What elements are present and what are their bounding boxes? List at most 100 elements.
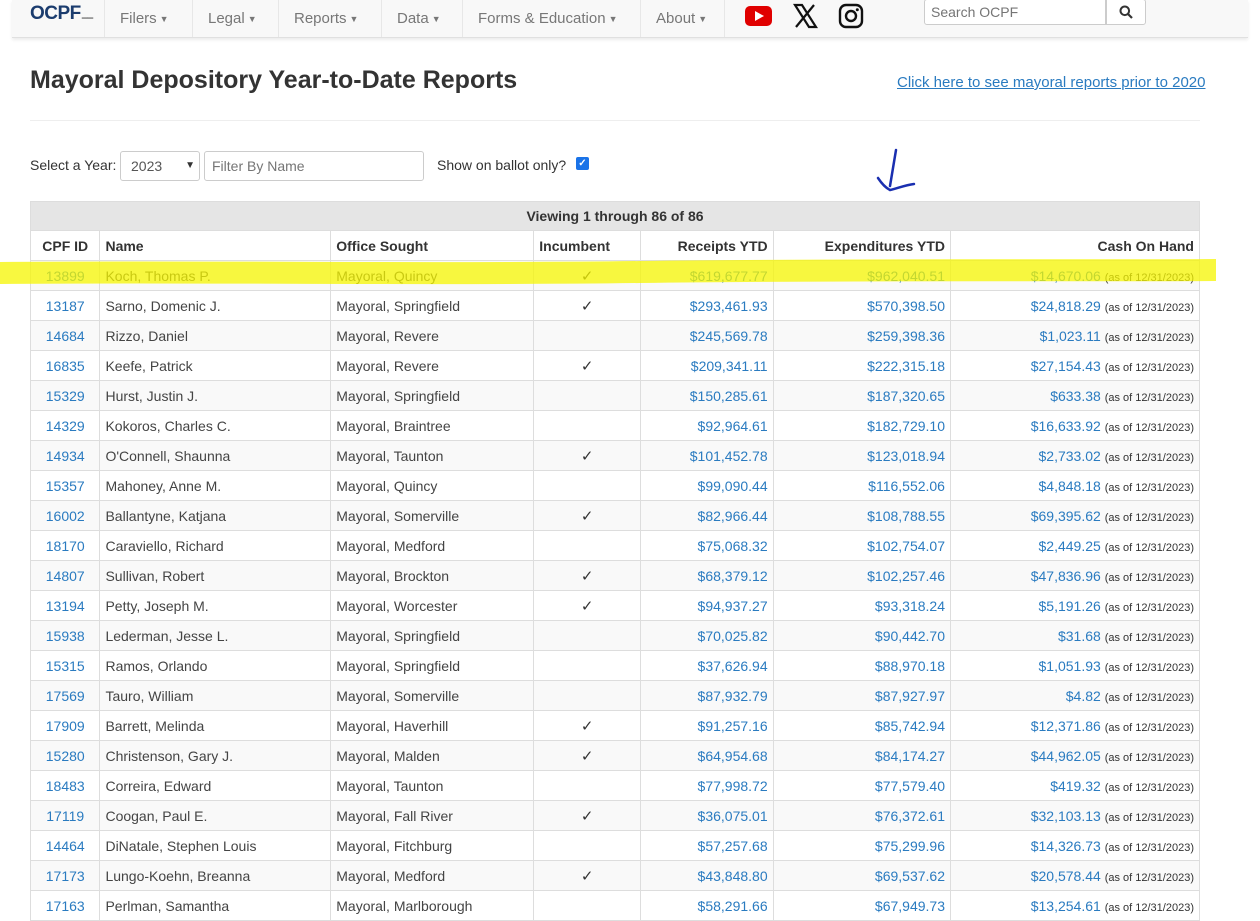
receipts-link[interactable]: $245,569.78 xyxy=(640,320,774,351)
col-header-incumbent[interactable]: Incumbent xyxy=(533,230,642,261)
col-header-office[interactable]: Office Sought xyxy=(330,230,535,261)
receipts-link[interactable]: $64,954.68 xyxy=(640,740,774,771)
cash-value[interactable]: $4.82 xyxy=(1066,688,1101,704)
receipts-link[interactable]: $58,291.66 xyxy=(640,890,774,921)
receipts-link[interactable]: $87,932.79 xyxy=(640,680,774,711)
expenditures-link[interactable]: $75,299.96 xyxy=(772,830,951,861)
search-input[interactable] xyxy=(924,0,1106,25)
cash-on-hand[interactable]: $5,191.26 (as of 12/31/2023) xyxy=(949,590,1201,621)
cash-on-hand[interactable]: $47,836.96 (as of 12/31/2023) xyxy=(949,560,1201,591)
expenditures-link[interactable]: $222,315.18 xyxy=(772,350,951,381)
ocpf-logo[interactable]: OCPF▬▬ xyxy=(30,3,93,25)
cash-value[interactable]: $69,395.62 xyxy=(1031,508,1101,524)
ballot-only-checkbox[interactable]: ✓ xyxy=(576,157,589,170)
receipts-link[interactable]: $91,257.16 xyxy=(640,710,774,741)
prior-reports-link[interactable]: Click here to see mayoral reports prior … xyxy=(897,74,1205,91)
cpf-id-link[interactable]: 18483 xyxy=(29,770,101,801)
cash-value[interactable]: $5,191.26 xyxy=(1039,598,1101,614)
receipts-link[interactable]: $70,025.82 xyxy=(640,620,774,651)
cpf-id-link[interactable]: 17909 xyxy=(29,710,101,741)
cpf-id-link[interactable]: 17173 xyxy=(29,860,101,891)
cpf-id-link[interactable]: 15329 xyxy=(29,380,101,411)
cash-on-hand[interactable]: $4.82 (as of 12/31/2023) xyxy=(949,680,1201,711)
cpf-id-link[interactable]: 13187 xyxy=(29,290,101,321)
cash-value[interactable]: $14,670.06 xyxy=(1031,268,1101,284)
receipts-link[interactable]: $94,937.27 xyxy=(640,590,774,621)
receipts-link[interactable]: $75,068.32 xyxy=(640,530,774,561)
cash-on-hand[interactable]: $27,154.43 (as of 12/31/2023) xyxy=(949,350,1201,381)
expenditures-link[interactable]: $962,040.51 xyxy=(772,260,951,291)
cpf-id-link[interactable]: 16002 xyxy=(29,500,101,531)
cash-value[interactable]: $2,733.02 xyxy=(1039,448,1101,464)
expenditures-link[interactable]: $84,174.27 xyxy=(772,740,951,771)
col-header-cash[interactable]: Cash On Hand xyxy=(949,230,1201,261)
expenditures-link[interactable]: $187,320.65 xyxy=(772,380,951,411)
receipts-link[interactable]: $77,998.72 xyxy=(640,770,774,801)
nav-forms-education[interactable]: Forms & Education ▼ xyxy=(462,0,617,37)
cash-value[interactable]: $14,326.73 xyxy=(1031,838,1101,854)
cpf-id-link[interactable]: 15938 xyxy=(29,620,101,651)
cash-value[interactable]: $13,254.61 xyxy=(1031,898,1101,914)
cash-on-hand[interactable]: $1,023.11 (as of 12/31/2023) xyxy=(949,320,1201,351)
receipts-link[interactable]: $92,964.61 xyxy=(640,410,774,441)
cash-value[interactable]: $47,836.96 xyxy=(1031,568,1101,584)
receipts-link[interactable]: $99,090.44 xyxy=(640,470,774,501)
cash-on-hand[interactable]: $2,449.25 (as of 12/31/2023) xyxy=(949,530,1201,561)
expenditures-link[interactable]: $182,729.10 xyxy=(772,410,951,441)
expenditures-link[interactable]: $93,318.24 xyxy=(772,590,951,621)
expenditures-link[interactable]: $67,949.73 xyxy=(772,890,951,921)
cpf-id-link[interactable]: 18170 xyxy=(29,530,101,561)
cash-value[interactable]: $24,818.29 xyxy=(1031,298,1101,314)
cash-value[interactable]: $419.32 xyxy=(1050,778,1101,794)
cpf-id-link[interactable]: 17119 xyxy=(29,800,101,831)
cpf-id-link[interactable]: 17569 xyxy=(29,680,101,711)
x-twitter-icon[interactable] xyxy=(791,2,819,30)
cpf-id-link[interactable]: 14934 xyxy=(29,440,101,471)
col-header-cpf-id[interactable]: CPF ID xyxy=(29,230,101,261)
col-header-receipts[interactable]: Receipts YTD xyxy=(640,230,774,261)
cash-value[interactable]: $4,848.18 xyxy=(1039,478,1101,494)
expenditures-link[interactable]: $108,788.55 xyxy=(772,500,951,531)
expenditures-link[interactable]: $90,442.70 xyxy=(772,620,951,651)
cash-on-hand[interactable]: $20,578.44 (as of 12/31/2023) xyxy=(949,860,1201,891)
cpf-id-link[interactable]: 15315 xyxy=(29,650,101,681)
cpf-id-link[interactable]: 15280 xyxy=(29,740,101,771)
cash-value[interactable]: $20,578.44 xyxy=(1031,868,1101,884)
cpf-id-link[interactable]: 16835 xyxy=(29,350,101,381)
receipts-link[interactable]: $43,848.80 xyxy=(640,860,774,891)
cpf-id-link[interactable]: 14684 xyxy=(29,320,101,351)
expenditures-link[interactable]: $87,927.97 xyxy=(772,680,951,711)
cpf-id-link[interactable]: 17163 xyxy=(29,890,101,921)
expenditures-link[interactable]: $76,372.61 xyxy=(772,800,951,831)
cash-on-hand[interactable]: $32,103.13 (as of 12/31/2023) xyxy=(949,800,1201,831)
nav-filers[interactable]: Filers ▼ xyxy=(104,0,169,37)
expenditures-link[interactable]: $85,742.94 xyxy=(772,710,951,741)
expenditures-link[interactable]: $102,754.07 xyxy=(772,530,951,561)
receipts-link[interactable]: $37,626.94 xyxy=(640,650,774,681)
cash-value[interactable]: $2,449.25 xyxy=(1039,538,1101,554)
cpf-id-link[interactable]: 13194 xyxy=(29,590,101,621)
cpf-id-link[interactable]: 14807 xyxy=(29,560,101,591)
cash-value[interactable]: $1,051.93 xyxy=(1039,658,1101,674)
year-select[interactable]: 2023 ▼ xyxy=(120,151,200,181)
cash-value[interactable]: $1,023.11 xyxy=(1040,328,1101,344)
cash-value[interactable]: $16,633.92 xyxy=(1031,418,1101,434)
cash-value[interactable]: $27,154.43 xyxy=(1031,358,1101,374)
receipts-link[interactable]: $293,461.93 xyxy=(640,290,774,321)
instagram-icon[interactable] xyxy=(837,2,865,30)
youtube-icon[interactable] xyxy=(744,2,772,30)
expenditures-link[interactable]: $116,552.06 xyxy=(772,470,951,501)
expenditures-link[interactable]: $123,018.94 xyxy=(772,440,951,471)
expenditures-link[interactable]: $102,257.46 xyxy=(772,560,951,591)
cash-on-hand[interactable]: $44,962.05 (as of 12/31/2023) xyxy=(949,740,1201,771)
cash-on-hand[interactable]: $12,371.86 (as of 12/31/2023) xyxy=(949,710,1201,741)
cash-value[interactable]: $44,962.05 xyxy=(1031,748,1101,764)
receipts-link[interactable]: $150,285.61 xyxy=(640,380,774,411)
cash-on-hand[interactable]: $24,818.29 (as of 12/31/2023) xyxy=(949,290,1201,321)
cash-on-hand[interactable]: $4,848.18 (as of 12/31/2023) xyxy=(949,470,1201,501)
receipts-link[interactable]: $209,341.11 xyxy=(640,350,774,381)
nav-data[interactable]: Data ▼ xyxy=(381,0,441,37)
receipts-link[interactable]: $82,966.44 xyxy=(640,500,774,531)
nav-reports[interactable]: Reports ▼ xyxy=(278,0,358,37)
receipts-link[interactable]: $57,257.68 xyxy=(640,830,774,861)
